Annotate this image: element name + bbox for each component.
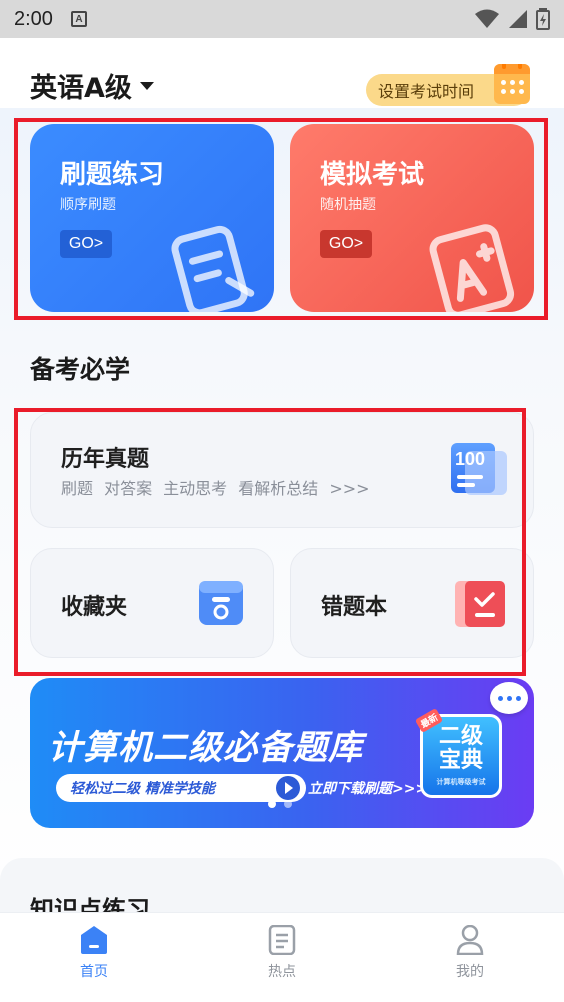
set-exam-time-label: 设置考试时间 xyxy=(378,82,475,101)
status-bar: 2:00 A xyxy=(0,0,564,38)
tab-profile-label: 我的 xyxy=(456,964,484,980)
home-icon xyxy=(81,926,107,954)
highlight-frame-top xyxy=(14,118,548,320)
battery-icon xyxy=(536,8,550,30)
book-title-line2: 宝典 xyxy=(438,748,483,773)
subject-label: 英语A级 xyxy=(30,73,132,104)
banner-tagline: 轻松过二级 精准学技能 xyxy=(56,774,306,802)
bottom-tab-bar: 首页 热点 我的 xyxy=(0,912,564,1002)
banner-download-link[interactable]: 立即下载刷题>>> xyxy=(308,778,427,798)
user-icon xyxy=(456,925,484,955)
book-caption: 计算机等级考试 xyxy=(436,778,486,786)
pagination-dot-active xyxy=(268,800,276,808)
status-time: 2:00 xyxy=(14,7,53,30)
banner-title: 计算机二级必备题库 xyxy=(48,728,363,768)
chat-bubble-icon[interactable] xyxy=(490,682,528,714)
notification-icon: A xyxy=(70,11,87,27)
tab-hot[interactable]: 热点 xyxy=(188,913,376,1002)
pagination-dot xyxy=(284,800,292,808)
tab-profile[interactable]: 我的 xyxy=(376,913,564,1002)
tab-hot-label: 热点 xyxy=(268,964,296,980)
subject-selector[interactable]: 英语A级 xyxy=(30,66,154,105)
calendar-icon xyxy=(494,64,530,104)
wifi-icon xyxy=(475,9,499,28)
caret-down-icon xyxy=(139,81,154,90)
signal-icon xyxy=(509,10,527,28)
tab-home[interactable]: 首页 xyxy=(0,913,188,1002)
section-title: 备考必学 xyxy=(30,355,131,384)
tab-home-label: 首页 xyxy=(80,964,108,980)
app-header: 英语A级 设置考试时间 xyxy=(0,38,564,108)
banner-pagination xyxy=(268,800,292,808)
article-icon xyxy=(268,925,296,955)
book-title-line1: 二级 xyxy=(438,724,483,749)
play-icon xyxy=(276,776,300,800)
highlight-frame-bottom xyxy=(14,408,526,676)
exam-book-cover: 最新 二级 宝典 计算机等级考试 xyxy=(414,708,502,798)
